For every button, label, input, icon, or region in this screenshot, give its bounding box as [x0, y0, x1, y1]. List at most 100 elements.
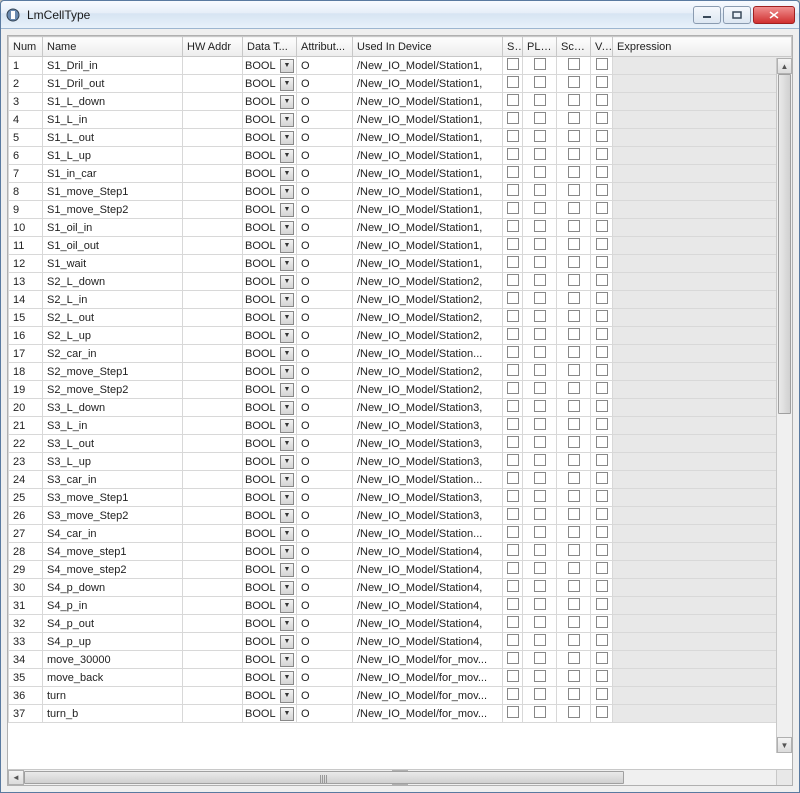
cell-hw[interactable] — [183, 165, 243, 183]
cell-v-checkbox[interactable] — [591, 291, 613, 309]
checkbox-icon[interactable] — [507, 94, 519, 106]
cell-used[interactable]: /New_IO_Model/Station1, — [353, 219, 503, 237]
checkbox-icon[interactable] — [568, 292, 580, 304]
checkbox-icon[interactable] — [568, 436, 580, 448]
checkbox-icon[interactable] — [596, 184, 608, 196]
cell-attribute[interactable]: O — [297, 453, 353, 471]
cell-num[interactable]: 4 — [9, 111, 43, 129]
checkbox-icon[interactable] — [534, 526, 546, 538]
table-row[interactable]: 14S2_L_inBOOL▼O/New_IO_Model/Station2, — [9, 291, 792, 309]
cell-hw[interactable] — [183, 633, 243, 651]
cell-name[interactable]: S1_move_Step1 — [43, 183, 183, 201]
cell-attribute[interactable]: O — [297, 669, 353, 687]
cell-used[interactable]: /New_IO_Model/Station1, — [353, 75, 503, 93]
checkbox-icon[interactable] — [534, 310, 546, 322]
cell-num[interactable]: 15 — [9, 309, 43, 327]
checkbox-icon[interactable] — [568, 418, 580, 430]
cell-datatype[interactable]: BOOL▼ — [243, 273, 297, 291]
cell-num[interactable]: 27 — [9, 525, 43, 543]
dropdown-button[interactable]: ▼ — [280, 581, 294, 595]
cell-v-checkbox[interactable] — [591, 57, 613, 75]
dropdown-button[interactable]: ▼ — [280, 383, 294, 397]
cell-name[interactable]: S1_Dril_out — [43, 75, 183, 93]
table-row[interactable]: 5S1_L_outBOOL▼O/New_IO_Model/Station1, — [9, 129, 792, 147]
cell-expression[interactable] — [613, 705, 792, 723]
dropdown-button[interactable]: ▼ — [280, 527, 294, 541]
cell-v-checkbox[interactable] — [591, 525, 613, 543]
cell-expression[interactable] — [613, 219, 792, 237]
cell-expression[interactable] — [613, 597, 792, 615]
checkbox-icon[interactable] — [507, 76, 519, 88]
cell-scri-checkbox[interactable] — [557, 57, 591, 75]
cell-v-checkbox[interactable] — [591, 453, 613, 471]
cell-scri-checkbox[interactable] — [557, 471, 591, 489]
checkbox-icon[interactable] — [568, 580, 580, 592]
cell-s-checkbox[interactable] — [503, 363, 523, 381]
cell-v-checkbox[interactable] — [591, 579, 613, 597]
cell-num[interactable]: 25 — [9, 489, 43, 507]
checkbox-icon[interactable] — [534, 328, 546, 340]
table-row[interactable]: 1S1_Dril_inBOOL▼O/New_IO_Model/Station1, — [9, 57, 792, 75]
cell-name[interactable]: S1_oil_in — [43, 219, 183, 237]
cell-scri-checkbox[interactable] — [557, 291, 591, 309]
cell-s-checkbox[interactable] — [503, 543, 523, 561]
minimize-button[interactable] — [693, 6, 721, 24]
cell-name[interactable]: S3_L_out — [43, 435, 183, 453]
table-row[interactable]: 33S4_p_upBOOL▼O/New_IO_Model/Station4, — [9, 633, 792, 651]
col-header-scri[interactable]: Scri... — [557, 37, 591, 57]
cell-scri-checkbox[interactable] — [557, 75, 591, 93]
cell-hw[interactable] — [183, 561, 243, 579]
table-row[interactable]: 7S1_in_carBOOL▼O/New_IO_Model/Station1, — [9, 165, 792, 183]
cell-attribute[interactable]: O — [297, 273, 353, 291]
cell-scri-checkbox[interactable] — [557, 201, 591, 219]
checkbox-icon[interactable] — [507, 490, 519, 502]
cell-s-checkbox[interactable] — [503, 129, 523, 147]
dropdown-button[interactable]: ▼ — [280, 455, 294, 469]
cell-scri-checkbox[interactable] — [557, 345, 591, 363]
cell-name[interactable]: S3_move_Step1 — [43, 489, 183, 507]
checkbox-icon[interactable] — [596, 166, 608, 178]
dropdown-button[interactable]: ▼ — [280, 347, 294, 361]
table-row[interactable]: 24S3_car_inBOOL▼O/New_IO_Model/Station..… — [9, 471, 792, 489]
checkbox-icon[interactable] — [596, 706, 608, 718]
checkbox-icon[interactable] — [596, 130, 608, 142]
cell-scri-checkbox[interactable] — [557, 255, 591, 273]
cell-expression[interactable] — [613, 363, 792, 381]
cell-name[interactable]: S1_Dril_in — [43, 57, 183, 75]
cell-num[interactable]: 9 — [9, 201, 43, 219]
cell-datatype[interactable]: BOOL▼ — [243, 381, 297, 399]
cell-v-checkbox[interactable] — [591, 147, 613, 165]
checkbox-icon[interactable] — [568, 130, 580, 142]
cell-v-checkbox[interactable] — [591, 219, 613, 237]
checkbox-icon[interactable] — [507, 274, 519, 286]
cell-used[interactable]: /New_IO_Model/Station4, — [353, 615, 503, 633]
cell-attribute[interactable]: O — [297, 183, 353, 201]
cell-used[interactable]: /New_IO_Model/Station1, — [353, 57, 503, 75]
checkbox-icon[interactable] — [507, 598, 519, 610]
checkbox-icon[interactable] — [534, 166, 546, 178]
checkbox-icon[interactable] — [507, 526, 519, 538]
cell-plc-checkbox[interactable] — [523, 705, 557, 723]
checkbox-icon[interactable] — [534, 544, 546, 556]
cell-datatype[interactable]: BOOL▼ — [243, 507, 297, 525]
cell-num[interactable]: 12 — [9, 255, 43, 273]
cell-attribute[interactable]: O — [297, 93, 353, 111]
cell-hw[interactable] — [183, 705, 243, 723]
cell-v-checkbox[interactable] — [591, 165, 613, 183]
col-header-hw[interactable]: HW Addr — [183, 37, 243, 57]
checkbox-icon[interactable] — [507, 706, 519, 718]
cell-attribute[interactable]: O — [297, 705, 353, 723]
cell-num[interactable]: 3 — [9, 93, 43, 111]
cell-datatype[interactable]: BOOL▼ — [243, 399, 297, 417]
cell-plc-checkbox[interactable] — [523, 327, 557, 345]
cell-attribute[interactable]: O — [297, 75, 353, 93]
cell-attribute[interactable]: O — [297, 615, 353, 633]
checkbox-icon[interactable] — [534, 148, 546, 160]
cell-used[interactable]: /New_IO_Model/Station... — [353, 345, 503, 363]
checkbox-icon[interactable] — [534, 580, 546, 592]
checkbox-icon[interactable] — [507, 292, 519, 304]
cell-s-checkbox[interactable] — [503, 651, 523, 669]
checkbox-icon[interactable] — [507, 130, 519, 142]
cell-num[interactable]: 24 — [9, 471, 43, 489]
cell-v-checkbox[interactable] — [591, 633, 613, 651]
